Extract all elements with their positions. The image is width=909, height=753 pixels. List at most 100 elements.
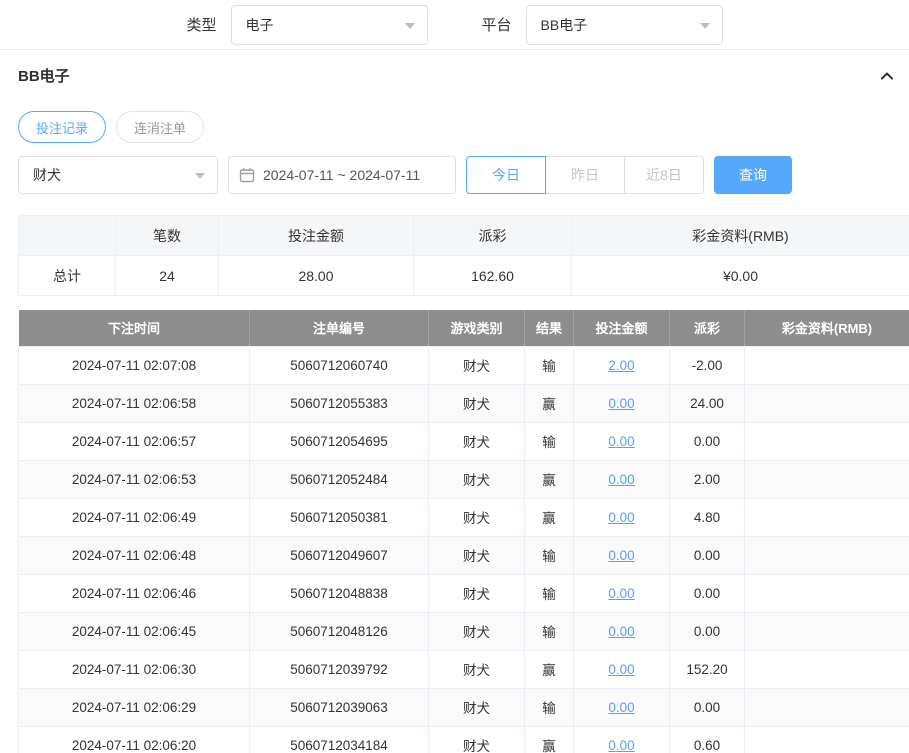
cell-payout: 4.80 (670, 498, 745, 536)
table-row: 2024-07-11 02:06:20 5060712034184 财犬 赢 0… (19, 726, 909, 753)
bet-amount-link[interactable]: 0.00 (608, 624, 634, 639)
summary-header-bonus: 彩金资料(RMB) (572, 216, 909, 256)
cell-order-number: 5060712048126 (250, 612, 429, 650)
cell-game-type: 财犬 (429, 346, 525, 384)
cell-game-type: 财犬 (429, 384, 525, 422)
tab-bet-records[interactable]: 投注记录 (18, 111, 106, 143)
cell-bet-time: 2024-07-11 02:06:20 (19, 726, 250, 753)
cell-bet-amount: 0.00 (574, 726, 670, 753)
bet-amount-link[interactable]: 0.00 (608, 472, 634, 487)
cell-order-number: 5060712054695 (250, 422, 429, 460)
bet-amount-link[interactable]: 0.00 (608, 700, 634, 715)
last8days-button[interactable]: 近8日 (624, 156, 704, 194)
type-select[interactable]: 电子 (231, 5, 428, 45)
cell-result: 赢 (525, 384, 574, 422)
cell-bet-time: 2024-07-11 02:06:57 (19, 422, 250, 460)
table-row: 2024-07-11 02:06:58 5060712055383 财犬 赢 0… (19, 384, 909, 422)
tab-cancelled-orders-label: 连消注单 (134, 118, 186, 137)
bet-amount-link[interactable]: 0.00 (608, 510, 634, 525)
header-bet-amount: 投注金额 (574, 310, 670, 346)
cell-bonus (745, 498, 909, 536)
bet-amount-link[interactable]: 0.00 (608, 434, 634, 449)
summary-header-payout: 派彩 (414, 216, 572, 256)
cell-payout: 152.20 (670, 650, 745, 688)
bet-amount-link[interactable]: 0.00 (608, 738, 634, 753)
cell-bonus (745, 536, 909, 574)
cell-bet-amount: 2.00 (574, 346, 670, 384)
tab-cancelled-orders[interactable]: 连消注单 (116, 111, 204, 143)
platform-label: 平台 (482, 14, 512, 35)
records-header-row: 下注时间 注单编号 游戏类别 结果 投注金额 派彩 彩金资料(RMB) (19, 310, 909, 346)
cell-order-number: 5060712052484 (250, 460, 429, 498)
cell-bonus (745, 650, 909, 688)
cell-result: 赢 (525, 650, 574, 688)
summary-total-label: 总计 (19, 256, 116, 296)
cell-bet-amount: 0.00 (574, 612, 670, 650)
bet-amount-link[interactable]: 0.00 (608, 586, 634, 601)
header-game-type: 游戏类别 (429, 310, 525, 346)
cell-bonus (745, 460, 909, 498)
records-table: 下注时间 注单编号 游戏类别 结果 投注金额 派彩 彩金资料(RMB) 2024… (18, 310, 909, 753)
cell-payout: 0.60 (670, 726, 745, 753)
query-button[interactable]: 查询 (714, 156, 792, 194)
cell-game-type: 财犬 (429, 422, 525, 460)
cell-bet-amount: 0.00 (574, 650, 670, 688)
summary-bet-amount-value: 28.00 (219, 256, 414, 296)
cell-bonus (745, 574, 909, 612)
yesterday-button[interactable]: 昨日 (545, 156, 625, 194)
today-button[interactable]: 今日 (466, 156, 546, 194)
cell-bet-time: 2024-07-11 02:06:45 (19, 612, 250, 650)
chevron-down-icon (195, 173, 205, 184)
cell-bet-amount: 0.00 (574, 536, 670, 574)
table-row: 2024-07-11 02:06:49 5060712050381 财犬 赢 0… (19, 498, 909, 536)
bet-amount-link[interactable]: 0.00 (608, 548, 634, 563)
cell-bonus (745, 726, 909, 753)
type-select-value: 电子 (246, 15, 274, 35)
cell-order-number: 5060712039792 (250, 650, 429, 688)
game-select[interactable]: 财犬 (18, 156, 218, 194)
cell-game-type: 财犬 (429, 688, 525, 726)
cell-bonus (745, 346, 909, 384)
cell-game-type: 财犬 (429, 498, 525, 536)
collapse-section-button[interactable] (879, 68, 895, 84)
header-bet-time: 下注时间 (19, 310, 250, 346)
chevron-down-icon (700, 23, 710, 34)
cell-bet-time: 2024-07-11 02:06:53 (19, 460, 250, 498)
header-order-number: 注单编号 (250, 310, 429, 346)
cell-result: 输 (525, 574, 574, 612)
cell-order-number: 5060712034184 (250, 726, 429, 753)
cell-bet-amount: 0.00 (574, 460, 670, 498)
cell-payout: 0.00 (670, 612, 745, 650)
cell-payout: 0.00 (670, 574, 745, 612)
platform-select-value: BB电子 (541, 15, 588, 35)
cell-bet-time: 2024-07-11 02:06:48 (19, 536, 250, 574)
cell-result: 赢 (525, 460, 574, 498)
calendar-icon (239, 167, 255, 183)
date-range-picker[interactable]: 2024-07-11 ~ 2024-07-11 (228, 156, 456, 194)
bet-amount-link[interactable]: 0.00 (608, 396, 634, 411)
summary-count-value: 24 (116, 256, 219, 296)
cell-result: 输 (525, 536, 574, 574)
summary-header-bet-amount: 投注金额 (219, 216, 414, 256)
table-row: 2024-07-11 02:06:57 5060712054695 财犬 输 0… (19, 422, 909, 460)
cell-order-number: 5060712049607 (250, 536, 429, 574)
date-range-value: 2024-07-11 ~ 2024-07-11 (263, 167, 420, 183)
chevron-down-icon (405, 23, 415, 34)
cell-order-number: 5060712060740 (250, 346, 429, 384)
table-row: 2024-07-11 02:06:30 5060712039792 财犬 赢 0… (19, 650, 909, 688)
cell-payout: 2.00 (670, 460, 745, 498)
cell-bonus (745, 612, 909, 650)
filter-bar: 财犬 2024-07-11 ~ 2024-07-11 今日 昨日 近8日 查询 (18, 156, 909, 194)
summary-header-count: 笔数 (116, 216, 219, 256)
cell-result: 赢 (525, 498, 574, 536)
platform-select[interactable]: BB电子 (526, 5, 723, 45)
cell-game-type: 财犬 (429, 612, 525, 650)
summary-header-row: 笔数 投注金额 派彩 彩金资料(RMB) (19, 216, 909, 256)
bet-amount-link[interactable]: 2.00 (608, 358, 634, 373)
date-quick-buttons: 今日 昨日 近8日 (466, 156, 704, 194)
tabs-row: 投注记录 连消注单 (18, 111, 909, 143)
header-payout: 派彩 (670, 310, 745, 346)
summary-header-blank (19, 216, 116, 256)
bet-amount-link[interactable]: 0.00 (608, 662, 634, 677)
top-filter-row: 类型 电子 平台 BB电子 (0, 0, 909, 50)
